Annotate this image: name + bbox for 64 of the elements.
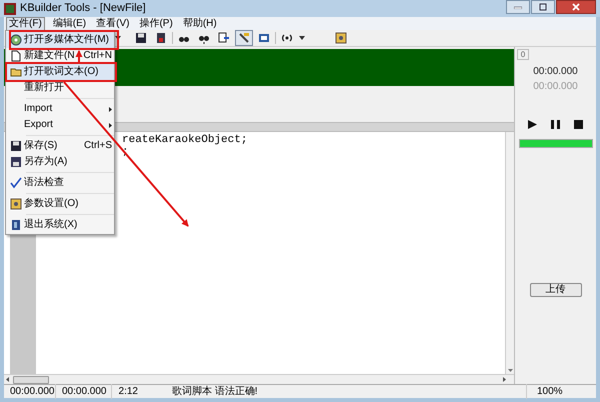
menu-item-label: 重新打开 bbox=[24, 82, 64, 94]
status-text: 歌词脚本 语法正确! bbox=[171, 384, 259, 399]
folder-icon bbox=[10, 66, 22, 78]
door-icon bbox=[10, 219, 22, 231]
close-button[interactable] bbox=[556, 0, 596, 14]
app-logo-icon bbox=[4, 2, 16, 14]
menu-item-label: 退出系统(X) bbox=[24, 219, 78, 231]
scroll-left-icon[interactable] bbox=[6, 377, 9, 382]
menu-shortcut: Ctrl+N bbox=[83, 50, 112, 62]
submenu-arrow-icon bbox=[109, 106, 112, 112]
menu-item-label: 语法检查 bbox=[24, 177, 64, 189]
menu-bar-item[interactable]: 编辑(E) bbox=[50, 18, 88, 30]
pause-icon[interactable] bbox=[551, 120, 560, 129]
status-text: 00:00.000 bbox=[4, 384, 56, 399]
play-icon[interactable] bbox=[528, 120, 537, 129]
counter-button[interactable]: 0 bbox=[517, 49, 529, 60]
menu-item[interactable]: 另存为(A) bbox=[6, 154, 114, 170]
menu-shortcut: Ctrl+S bbox=[84, 140, 112, 152]
window-title: KBuilder Tools - [NewFile] bbox=[20, 1, 146, 16]
annotation-arrow bbox=[76, 50, 82, 62]
save-icon bbox=[10, 140, 22, 152]
dropdown-caret-icon[interactable] bbox=[298, 36, 306, 40]
menu-item[interactable]: Import bbox=[6, 101, 114, 117]
scrollbar-thumb[interactable] bbox=[13, 376, 49, 384]
menu-item-label: Import bbox=[24, 103, 52, 115]
menu-item-label: 打开多媒体文件(M) bbox=[24, 34, 109, 46]
checkmark-icon bbox=[10, 177, 22, 189]
upload-button[interactable]: 上传 bbox=[530, 283, 582, 297]
menu-item[interactable]: 退出系统(X) bbox=[6, 217, 114, 233]
pen-icon[interactable] bbox=[235, 30, 253, 46]
menu-item-label: 打开歌词文本(O) bbox=[24, 66, 98, 78]
status-text: 2:12 bbox=[118, 385, 139, 399]
menu-item[interactable]: 打开多媒体文件(M) bbox=[6, 32, 114, 48]
menu-bar-item[interactable]: 操作(P) bbox=[137, 18, 175, 30]
restore-icon bbox=[539, 3, 547, 11]
document-icon bbox=[10, 50, 22, 62]
menu-item-label: 保存(S) bbox=[24, 140, 58, 152]
menu-item[interactable]: 重新打开 bbox=[6, 80, 114, 96]
menu-item[interactable]: 新建文件(N Ctrl+N bbox=[6, 48, 114, 64]
save-icon bbox=[10, 156, 22, 168]
close-icon bbox=[572, 3, 580, 11]
menu-item-label: 新建文件(N bbox=[24, 50, 75, 62]
menu-bar-item[interactable]: 帮助(H) bbox=[180, 18, 219, 30]
menu-item-label: 参数设置(O) bbox=[24, 198, 78, 210]
menu-item-label: Export bbox=[24, 119, 53, 131]
menu-item[interactable]: Export bbox=[6, 117, 114, 133]
scroll-down-icon[interactable] bbox=[508, 369, 512, 372]
minimize-icon bbox=[514, 6, 522, 8]
status-text: 100% bbox=[526, 384, 596, 399]
menu-bar-item[interactable]: 文件(F) bbox=[6, 16, 45, 30]
total-time: 00:00.000 bbox=[533, 80, 578, 94]
current-time: 00:00.000 bbox=[533, 65, 578, 79]
menu-item[interactable]: 参数设置(O) bbox=[6, 196, 114, 212]
settings-icon bbox=[10, 198, 22, 210]
status-text: 00:00.000 bbox=[56, 384, 112, 399]
submenu-arrow-icon bbox=[109, 122, 112, 128]
menu-bar-item[interactable]: 查看(V) bbox=[94, 18, 132, 30]
scroll-right-icon[interactable] bbox=[503, 377, 506, 382]
maximize-button[interactable] bbox=[531, 0, 555, 14]
menu-item[interactable]: 保存(S) Ctrl+S bbox=[6, 138, 114, 154]
menu-item[interactable]: 打开歌词文本(O) bbox=[6, 64, 114, 80]
menu-item[interactable]: 语法检查 bbox=[6, 175, 114, 191]
code-line: reateKaraokeObject; bbox=[122, 134, 248, 146]
menu-item-label: 另存为(A) bbox=[24, 156, 68, 168]
